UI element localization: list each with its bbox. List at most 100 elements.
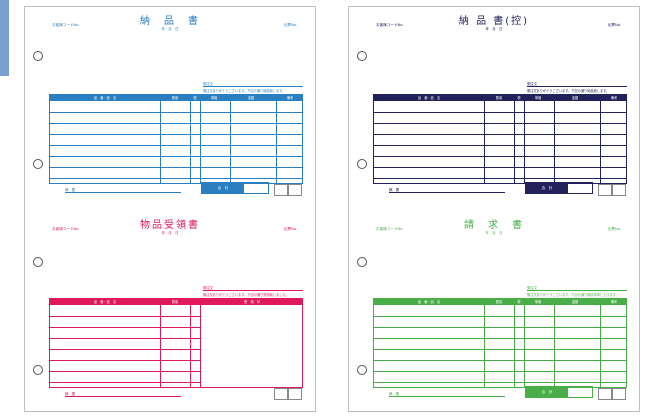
row-divider	[374, 145, 626, 146]
column-header-item: 品 番・品 名	[93, 96, 117, 100]
column-header-receipt-seal: 受 領 印	[244, 300, 260, 304]
table-header: 品 番・品 名 数量 税 単価 金額 備考	[374, 299, 626, 305]
line-item-table: 品 番・品 名 数量 税 単価 金額 備考	[373, 94, 627, 184]
form-title: 物品受領書	[140, 220, 200, 231]
column-header-item: 品 番・品 名	[417, 300, 441, 304]
column-header-unit: 単価	[210, 96, 218, 100]
column-header-item: 品 番・品 名	[417, 96, 441, 100]
line-item-table: 品 番・品 名 数量 単価 金額 税 備考	[49, 94, 303, 184]
binder-tab-marker	[0, 0, 9, 76]
row-divider	[50, 123, 302, 124]
recipient-line: 御注文	[527, 286, 627, 291]
row-divider	[374, 371, 626, 372]
recipient-line: 御注文	[203, 286, 303, 291]
column-header-qty: 数量	[171, 300, 179, 304]
column-header-qty: 数量	[495, 300, 503, 304]
stamp-box	[274, 184, 288, 196]
column-divider	[524, 95, 525, 183]
row-divider	[50, 112, 302, 113]
column-divider	[600, 299, 601, 387]
row-divider	[50, 382, 200, 383]
column-header-qty: 数量	[495, 96, 503, 100]
date-label: 年 月 日	[161, 231, 179, 235]
row-divider	[50, 167, 302, 168]
stamp-box	[274, 388, 288, 400]
memo-line: 摘 要	[389, 188, 505, 193]
total-label: 合 計	[202, 183, 244, 193]
column-header-note: 備考	[610, 300, 618, 304]
stamp-box	[288, 184, 302, 196]
delivery-slip-form: お客様コードNo. 伝票No. 納 品 書 年 月 日 御注文 御注文ありがとう…	[25, 7, 315, 207]
column-divider	[524, 299, 525, 387]
total-box: 合 計	[525, 386, 593, 398]
total-box: 合 計	[201, 182, 269, 194]
row-divider	[50, 134, 302, 135]
row-divider	[50, 178, 302, 179]
date-label: 年 月 日	[485, 231, 503, 235]
form-title: 請 求 書	[464, 220, 524, 231]
line-item-table: 品 番・品 名 数量 税 単価 金額 備考	[373, 298, 627, 388]
column-header-unit: 単価	[534, 300, 542, 304]
column-divider	[190, 95, 191, 183]
stamp-box	[288, 388, 302, 400]
column-divider	[230, 95, 231, 183]
column-divider	[160, 299, 161, 387]
notice-text: 御注文ありがとうございます。下記の通り納品致します。	[203, 89, 286, 93]
column-divider	[514, 95, 515, 183]
row-divider	[374, 156, 626, 157]
row-divider	[374, 134, 626, 135]
column-divider	[484, 95, 485, 183]
column-divider	[600, 95, 601, 183]
row-divider	[374, 112, 626, 113]
row-divider	[50, 316, 200, 317]
form-title: 納 品 書	[140, 16, 200, 27]
row-divider	[374, 316, 626, 317]
delivery-copy-form: お客様コードNo. 伝票No. 納 品 書(控) 年 月 日 御注文 御注文あり…	[349, 7, 639, 207]
row-divider	[374, 178, 626, 179]
column-header-note: 備考	[610, 96, 618, 100]
sheet-left: お客様コードNo. 伝票No. 納 品 書 年 月 日 御注文 御注文ありがとう…	[24, 6, 316, 412]
table-header: 品 番・品 名 数量 単価 金額 税 備考	[50, 95, 302, 101]
recipient-line: 御注文	[527, 82, 627, 87]
date-label: 年 月 日	[485, 27, 503, 31]
column-divider	[554, 299, 555, 387]
notice-text: 御注文ありがとうございます。下記の通り納品致します。	[527, 89, 610, 93]
sheet-right: お客様コードNo. 伝票No. 納 品 書(控) 年 月 日 御注文 御注文あり…	[348, 6, 640, 412]
column-header-tax: 税	[517, 96, 521, 100]
column-divider	[514, 299, 515, 387]
memo-line: 摘 要	[389, 392, 505, 397]
recipient-line: 御注文	[203, 82, 303, 87]
table-header: 品 番・品 名 数量 受 領 印	[50, 299, 302, 305]
column-divider	[484, 299, 485, 387]
column-header-amount: 金額	[571, 96, 579, 100]
date-label: 年 月 日	[161, 27, 179, 31]
column-divider	[200, 95, 201, 183]
row-divider	[50, 338, 200, 339]
column-divider	[160, 95, 161, 183]
column-header-amount: 金額	[571, 300, 579, 304]
row-divider	[374, 327, 626, 328]
row-divider	[374, 123, 626, 124]
column-header-tax: 税	[193, 96, 197, 100]
total-label: 合 計	[526, 183, 568, 193]
row-divider	[50, 145, 302, 146]
row-divider	[50, 327, 200, 328]
memo-line: 摘 要	[65, 392, 181, 397]
row-divider	[374, 338, 626, 339]
column-divider	[200, 299, 201, 387]
column-divider	[276, 95, 277, 183]
memo-line: 摘 要	[65, 188, 181, 193]
line-item-table: 品 番・品 名 数量 受 領 印	[49, 298, 303, 388]
stamp-box	[612, 184, 626, 196]
row-divider	[50, 360, 200, 361]
column-divider	[190, 299, 191, 387]
stamp-box	[598, 388, 612, 400]
column-header-item: 品 番・品 名	[93, 300, 117, 304]
column-header-note: 備考	[286, 96, 294, 100]
column-divider	[554, 95, 555, 183]
row-divider	[50, 156, 302, 157]
form-title: 納 品 書(控)	[458, 16, 530, 27]
invoice-form: お客様コードNo. 伝票No. 請 求 書 年 月 日 御注文 御注文ありがとう…	[349, 211, 639, 411]
notice-text: 御注文ありがとうございます。下記の通り受領致しました。	[203, 293, 289, 297]
row-divider	[374, 167, 626, 168]
